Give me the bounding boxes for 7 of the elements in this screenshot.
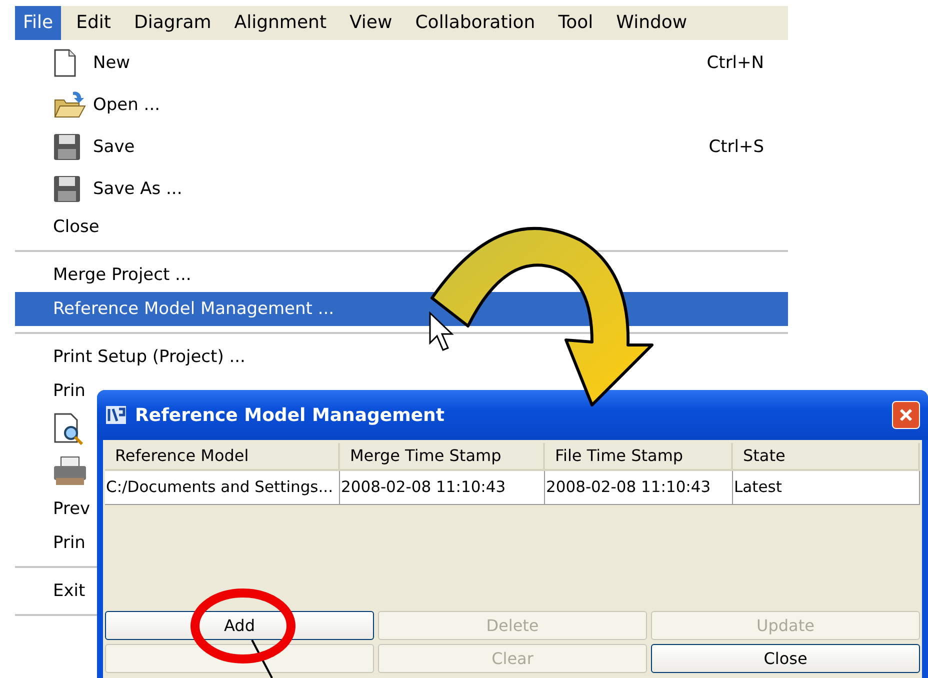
window-title: Reference Model Management [135, 404, 444, 426]
shortcut-text: Ctrl+S [708, 137, 764, 157]
table-cell: 2008-02-08 11:10:43 [545, 471, 733, 504]
table-cell: C:/Documents and Settings... [105, 471, 340, 504]
table-cell: Latest [733, 471, 920, 504]
shortcut-text: Ctrl+N [706, 53, 764, 73]
table-cell: 2008-02-08 11:10:43 [340, 471, 545, 504]
